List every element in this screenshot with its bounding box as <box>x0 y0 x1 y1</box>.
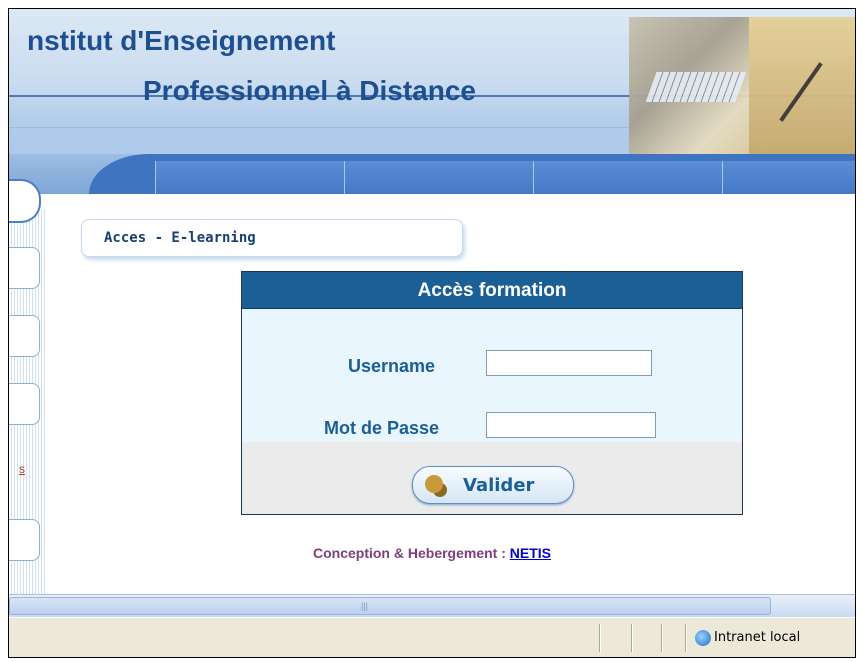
nav-tab-1[interactable] <box>155 161 344 194</box>
site-banner: nstitut d'Enseignement Professionnel à D… <box>9 9 855 194</box>
credit-text: Conception & Hebergement : <box>312 545 510 561</box>
globe-icon <box>695 630 711 646</box>
login-form: Accès formation Username Mot de Passe Va… <box>241 271 743 515</box>
nav-tab-4[interactable] <box>722 161 855 194</box>
browser-content: nstitut d'Enseignement Professionnel à D… <box>8 8 856 658</box>
password-input[interactable] <box>486 412 656 438</box>
submit-label: Valider <box>463 475 535 496</box>
section-header: Acces - E-learning <box>81 219 463 257</box>
sidebar-link[interactable]: s <box>19 462 25 476</box>
nav-tab-2[interactable] <box>344 161 533 194</box>
sidebar-item[interactable] <box>9 315 40 357</box>
security-zone: Intranet local <box>714 630 801 645</box>
sidebar-item[interactable] <box>9 383 40 425</box>
login-heading: Accès formation <box>417 280 567 301</box>
scroll-grip-icon: ||| <box>361 601 369 611</box>
username-input[interactable] <box>486 350 652 376</box>
submit-button[interactable]: Valider <box>412 466 574 504</box>
key-icon <box>425 475 443 493</box>
status-bar: Intranet local <box>9 617 855 657</box>
netis-link[interactable]: NETIS <box>510 545 551 561</box>
sidebar-item[interactable] <box>9 247 40 289</box>
scrollbar-thumb[interactable] <box>9 597 771 615</box>
keyboard-image <box>645 72 747 102</box>
password-label: Mot de Passe <box>324 418 440 438</box>
section-title: Acces - E-learning <box>104 230 256 246</box>
banner-photo <box>629 17 855 157</box>
credit-line: Conception & Hebergement : NETIS <box>9 545 855 561</box>
site-title-line2: Professionnel à Distance <box>143 75 477 106</box>
nav-tab-3[interactable] <box>533 161 722 194</box>
login-header: Accès formation <box>242 272 742 309</box>
site-title-line1: nstitut d'Enseignement <box>27 25 336 56</box>
horizontal-scrollbar[interactable]: ||| <box>9 594 855 617</box>
username-label: Username <box>348 356 436 376</box>
